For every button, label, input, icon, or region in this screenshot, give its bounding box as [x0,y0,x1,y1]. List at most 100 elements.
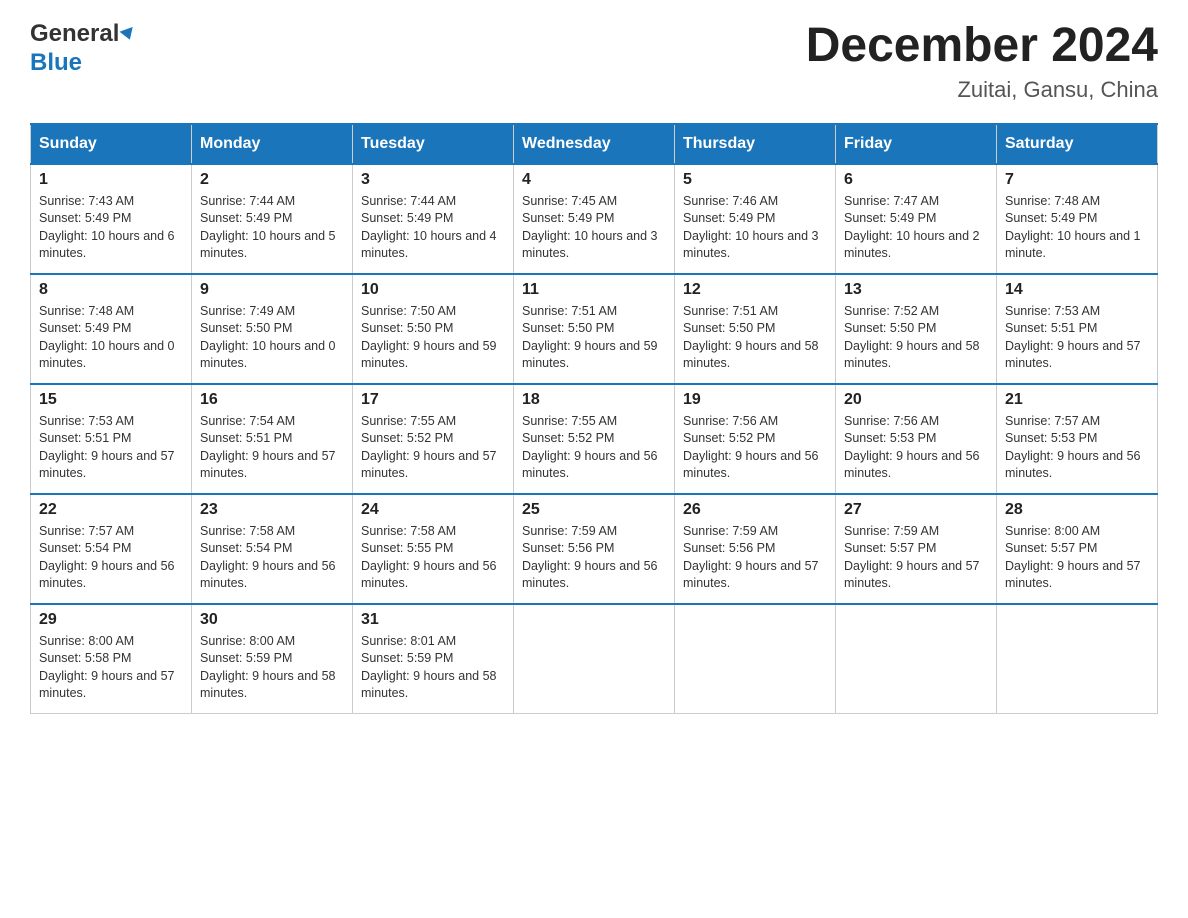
calendar-cell: 5 Sunrise: 7:46 AMSunset: 5:49 PMDayligh… [675,164,836,274]
day-info: Sunrise: 8:00 AMSunset: 5:57 PMDaylight:… [1005,523,1149,593]
day-info: Sunrise: 7:46 AMSunset: 5:49 PMDaylight:… [683,193,827,263]
day-info: Sunrise: 7:59 AMSunset: 5:57 PMDaylight:… [844,523,988,593]
calendar-cell: 7 Sunrise: 7:48 AMSunset: 5:49 PMDayligh… [997,164,1158,274]
calendar-cell: 26 Sunrise: 7:59 AMSunset: 5:56 PMDaylig… [675,494,836,604]
day-info: Sunrise: 7:48 AMSunset: 5:49 PMDaylight:… [1005,193,1149,263]
calendar-cell: 31 Sunrise: 8:01 AMSunset: 5:59 PMDaylig… [353,604,514,714]
calendar-cell [514,604,675,714]
day-number: 20 [844,391,988,409]
calendar-cell: 11 Sunrise: 7:51 AMSunset: 5:50 PMDaylig… [514,274,675,384]
calendar-cell: 13 Sunrise: 7:52 AMSunset: 5:50 PMDaylig… [836,274,997,384]
day-info: Sunrise: 7:57 AMSunset: 5:53 PMDaylight:… [1005,413,1149,483]
col-header-thursday: Thursday [675,124,836,164]
calendar-cell: 8 Sunrise: 7:48 AMSunset: 5:49 PMDayligh… [31,274,192,384]
day-number: 14 [1005,281,1149,299]
calendar-week-row: 22 Sunrise: 7:57 AMSunset: 5:54 PMDaylig… [31,494,1158,604]
calendar-cell: 28 Sunrise: 8:00 AMSunset: 5:57 PMDaylig… [997,494,1158,604]
day-info: Sunrise: 7:58 AMSunset: 5:55 PMDaylight:… [361,523,505,593]
month-title: December 2024 [806,20,1158,73]
col-header-tuesday: Tuesday [353,124,514,164]
calendar-cell: 4 Sunrise: 7:45 AMSunset: 5:49 PMDayligh… [514,164,675,274]
day-number: 22 [39,501,183,519]
calendar-cell: 30 Sunrise: 8:00 AMSunset: 5:59 PMDaylig… [192,604,353,714]
calendar-cell: 20 Sunrise: 7:56 AMSunset: 5:53 PMDaylig… [836,384,997,494]
calendar-cell: 17 Sunrise: 7:55 AMSunset: 5:52 PMDaylig… [353,384,514,494]
calendar-week-row: 8 Sunrise: 7:48 AMSunset: 5:49 PMDayligh… [31,274,1158,384]
day-info: Sunrise: 7:47 AMSunset: 5:49 PMDaylight:… [844,193,988,263]
day-info: Sunrise: 7:48 AMSunset: 5:49 PMDaylight:… [39,303,183,373]
day-info: Sunrise: 7:52 AMSunset: 5:50 PMDaylight:… [844,303,988,373]
day-number: 12 [683,281,827,299]
day-info: Sunrise: 8:01 AMSunset: 5:59 PMDaylight:… [361,633,505,703]
calendar-cell: 22 Sunrise: 7:57 AMSunset: 5:54 PMDaylig… [31,494,192,604]
day-info: Sunrise: 7:55 AMSunset: 5:52 PMDaylight:… [522,413,666,483]
day-number: 30 [200,611,344,629]
day-number: 17 [361,391,505,409]
day-number: 6 [844,171,988,189]
day-info: Sunrise: 7:59 AMSunset: 5:56 PMDaylight:… [683,523,827,593]
day-info: Sunrise: 7:51 AMSunset: 5:50 PMDaylight:… [522,303,666,373]
day-info: Sunrise: 7:45 AMSunset: 5:49 PMDaylight:… [522,193,666,263]
day-number: 2 [200,171,344,189]
calendar-cell: 9 Sunrise: 7:49 AMSunset: 5:50 PMDayligh… [192,274,353,384]
calendar-cell: 23 Sunrise: 7:58 AMSunset: 5:54 PMDaylig… [192,494,353,604]
day-info: Sunrise: 7:53 AMSunset: 5:51 PMDaylight:… [39,413,183,483]
day-number: 8 [39,281,183,299]
calendar-cell: 6 Sunrise: 7:47 AMSunset: 5:49 PMDayligh… [836,164,997,274]
day-number: 26 [683,501,827,519]
calendar-week-row: 15 Sunrise: 7:53 AMSunset: 5:51 PMDaylig… [31,384,1158,494]
day-info: Sunrise: 7:53 AMSunset: 5:51 PMDaylight:… [1005,303,1149,373]
calendar-cell: 21 Sunrise: 7:57 AMSunset: 5:53 PMDaylig… [997,384,1158,494]
day-info: Sunrise: 7:44 AMSunset: 5:49 PMDaylight:… [200,193,344,263]
day-number: 1 [39,171,183,189]
day-info: Sunrise: 8:00 AMSunset: 5:58 PMDaylight:… [39,633,183,703]
day-info: Sunrise: 8:00 AMSunset: 5:59 PMDaylight:… [200,633,344,703]
day-info: Sunrise: 7:43 AMSunset: 5:49 PMDaylight:… [39,193,183,263]
day-number: 5 [683,171,827,189]
day-info: Sunrise: 7:54 AMSunset: 5:51 PMDaylight:… [200,413,344,483]
calendar-cell: 29 Sunrise: 8:00 AMSunset: 5:58 PMDaylig… [31,604,192,714]
day-number: 29 [39,611,183,629]
day-info: Sunrise: 7:55 AMSunset: 5:52 PMDaylight:… [361,413,505,483]
calendar-cell [836,604,997,714]
location: Zuitai, Gansu, China [806,77,1158,103]
calendar-table: SundayMondayTuesdayWednesdayThursdayFrid… [30,123,1158,715]
calendar-cell: 25 Sunrise: 7:59 AMSunset: 5:56 PMDaylig… [514,494,675,604]
calendar-cell: 24 Sunrise: 7:58 AMSunset: 5:55 PMDaylig… [353,494,514,604]
day-number: 19 [683,391,827,409]
day-info: Sunrise: 7:56 AMSunset: 5:53 PMDaylight:… [844,413,988,483]
page-header: General Blue December 2024 Zuitai, Gansu… [30,20,1158,103]
day-number: 13 [844,281,988,299]
col-header-monday: Monday [192,124,353,164]
day-info: Sunrise: 7:51 AMSunset: 5:50 PMDaylight:… [683,303,827,373]
calendar-header-row: SundayMondayTuesdayWednesdayThursdayFrid… [31,124,1158,164]
day-number: 10 [361,281,505,299]
calendar-week-row: 1 Sunrise: 7:43 AMSunset: 5:49 PMDayligh… [31,164,1158,274]
calendar-week-row: 29 Sunrise: 8:00 AMSunset: 5:58 PMDaylig… [31,604,1158,714]
calendar-cell: 10 Sunrise: 7:50 AMSunset: 5:50 PMDaylig… [353,274,514,384]
day-info: Sunrise: 7:56 AMSunset: 5:52 PMDaylight:… [683,413,827,483]
day-number: 28 [1005,501,1149,519]
day-number: 15 [39,391,183,409]
calendar-cell: 1 Sunrise: 7:43 AMSunset: 5:49 PMDayligh… [31,164,192,274]
calendar-cell: 16 Sunrise: 7:54 AMSunset: 5:51 PMDaylig… [192,384,353,494]
day-number: 23 [200,501,344,519]
col-header-saturday: Saturday [997,124,1158,164]
calendar-cell: 27 Sunrise: 7:59 AMSunset: 5:57 PMDaylig… [836,494,997,604]
calendar-cell: 2 Sunrise: 7:44 AMSunset: 5:49 PMDayligh… [192,164,353,274]
day-number: 24 [361,501,505,519]
day-info: Sunrise: 7:59 AMSunset: 5:56 PMDaylight:… [522,523,666,593]
col-header-wednesday: Wednesday [514,124,675,164]
calendar-cell: 19 Sunrise: 7:56 AMSunset: 5:52 PMDaylig… [675,384,836,494]
day-info: Sunrise: 7:58 AMSunset: 5:54 PMDaylight:… [200,523,344,593]
day-info: Sunrise: 7:49 AMSunset: 5:50 PMDaylight:… [200,303,344,373]
calendar-cell [675,604,836,714]
logo: General Blue [30,20,135,78]
day-number: 7 [1005,171,1149,189]
day-info: Sunrise: 7:57 AMSunset: 5:54 PMDaylight:… [39,523,183,593]
col-header-sunday: Sunday [31,124,192,164]
day-number: 25 [522,501,666,519]
logo-general: General [30,20,119,47]
day-info: Sunrise: 7:50 AMSunset: 5:50 PMDaylight:… [361,303,505,373]
day-number: 3 [361,171,505,189]
